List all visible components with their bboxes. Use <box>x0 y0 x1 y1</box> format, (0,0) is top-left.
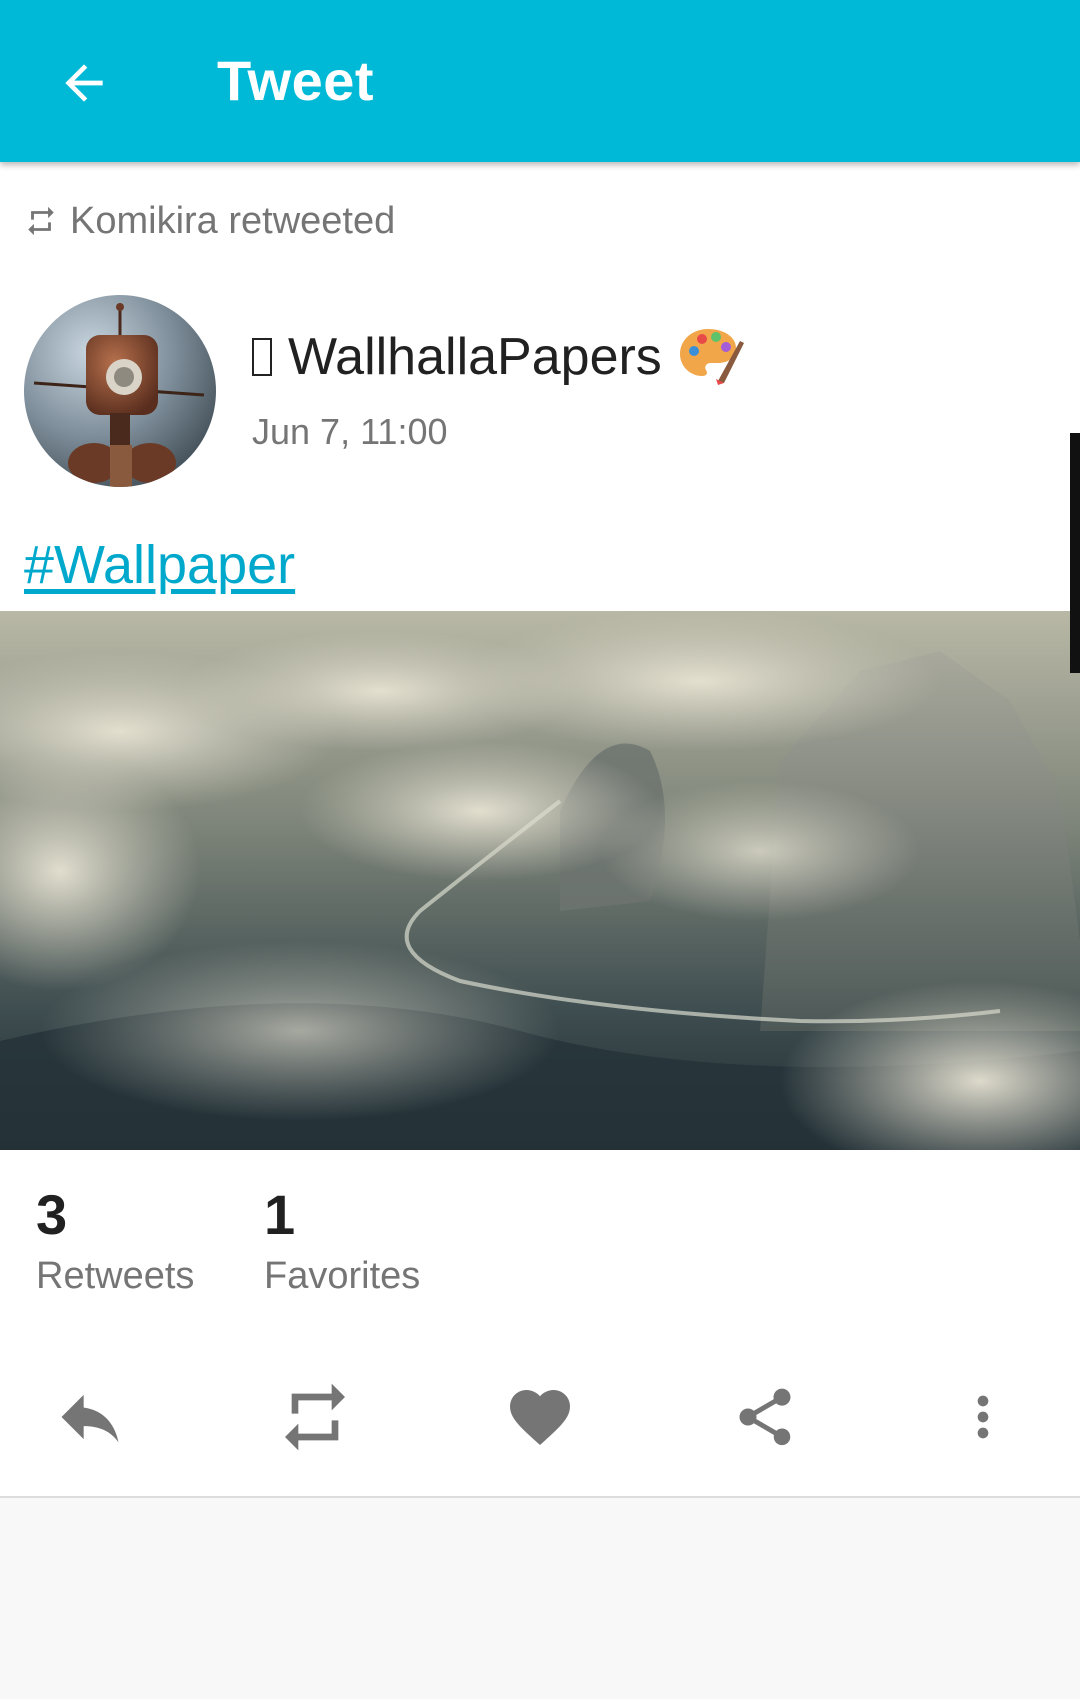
reply-button[interactable] <box>35 1362 145 1472</box>
retweeted-by-label: Komikira retweeted <box>70 200 396 242</box>
hashtag-link[interactable]: #Wallpaper <box>24 530 295 600</box>
tweet-card: Komikira retweeted WallhallaPapers Jun 7… <box>0 162 1080 1498</box>
scrollbar[interactable] <box>1070 433 1080 673</box>
action-bar <box>0 1362 1080 1472</box>
page-title: Tweet <box>217 49 375 112</box>
tweet-timestamp: Jun 7, 11:00 <box>252 411 448 452</box>
heart-icon <box>510 1390 570 1446</box>
avatar[interactable] <box>24 295 216 487</box>
retweets-label: Retweets <box>36 1255 195 1297</box>
author-name-row[interactable]: WallhallaPapers <box>252 322 744 392</box>
retweeted-by-line[interactable]: Komikira retweeted <box>24 196 395 246</box>
retweet-button[interactable] <box>260 1362 370 1472</box>
app-bar: Tweet <box>0 0 1080 162</box>
more-options-button[interactable] <box>928 1362 1038 1472</box>
back-button[interactable] <box>46 45 122 121</box>
share-icon <box>739 1388 791 1446</box>
missing-glyph-icon <box>252 338 272 376</box>
retweet-icon <box>285 1383 345 1451</box>
arrow-left-icon <box>65 64 103 102</box>
favorites-count: 1 <box>264 1183 296 1246</box>
favorite-button[interactable] <box>485 1362 595 1472</box>
share-button[interactable] <box>710 1362 820 1472</box>
author-display-name: WallhallaPapers <box>288 328 662 386</box>
palette-icon <box>678 325 744 390</box>
wallpaper-image-clouds-valley <box>0 611 1080 1150</box>
robot-avatar <box>24 295 216 487</box>
more-vert-icon <box>977 1395 989 1439</box>
tweet-media-image[interactable] <box>0 611 1080 1150</box>
reply-icon <box>61 1394 119 1443</box>
retweet-small-icon <box>28 206 54 236</box>
favorites-stat[interactable]: 1 Favorites <box>264 1184 420 1302</box>
retweets-count: 3 <box>36 1183 68 1246</box>
favorites-label: Favorites <box>264 1255 421 1297</box>
retweets-stat[interactable]: 3 Retweets <box>36 1184 194 1302</box>
